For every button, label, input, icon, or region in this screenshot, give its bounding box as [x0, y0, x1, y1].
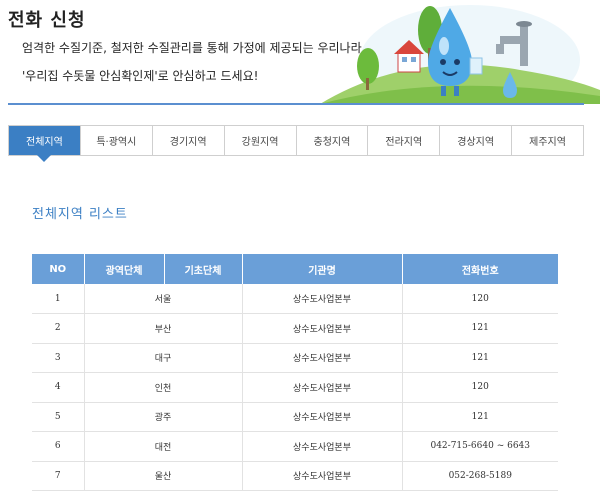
tab-label: 경상지역 — [457, 137, 495, 148]
cell-no: 4 — [32, 372, 85, 403]
cell-phone: 121 — [402, 343, 558, 373]
cell-phone: 052-268-5189 — [402, 461, 558, 491]
table-row: 7 울산 상수도사업본부 052-268-5189 — [32, 461, 558, 491]
cell-no: 5 — [32, 402, 85, 432]
header-divider — [8, 103, 584, 105]
cell-region: 대전 — [84, 431, 243, 462]
table-row: 1 서울 상수도사업본부 120 — [32, 284, 558, 314]
table-row: 6 대전 상수도사업본부 042-715-6640 ~ 6643 — [32, 431, 558, 462]
tab-gyeongsang[interactable]: 경상지역 — [440, 126, 513, 155]
cell-region: 울산 — [84, 461, 243, 491]
tab-label: 전라지역 — [385, 137, 423, 148]
cell-region: 서울 — [84, 284, 243, 314]
cell-no: 3 — [32, 343, 85, 373]
cell-organization: 상수도사업본부 — [242, 461, 403, 491]
column-header-organization: 기관명 — [242, 254, 403, 284]
tab-gyeonggi[interactable]: 경기지역 — [152, 126, 225, 155]
tab-label: 경기지역 — [169, 137, 207, 148]
tab-all-regions[interactable]: 전체지역 — [9, 126, 81, 162]
contact-table: NO 광역단체 기초단체 기관명 전화번호 1 서울 상수도사업본부 120 2… — [32, 254, 558, 491]
intro-text-line2: '우리집 수돗물 안심확인제'로 안심하고 드세요! — [22, 69, 259, 83]
tab-jeolla[interactable]: 전라지역 — [368, 126, 441, 155]
cell-organization: 상수도사업본부 — [242, 343, 403, 373]
column-header-no: NO — [32, 254, 85, 284]
cell-organization: 상수도사업본부 — [242, 313, 403, 344]
cell-phone: 120 — [402, 372, 558, 403]
cell-no: 1 — [32, 284, 85, 314]
cell-no: 6 — [32, 431, 85, 462]
page-header: 전화 신청 엄격한 수질기준, 철저한 수질관리를 통해 가정에 제공되는 우리… — [0, 0, 600, 106]
cell-phone: 121 — [402, 402, 558, 432]
cell-organization: 상수도사업본부 — [242, 284, 403, 314]
cell-region: 부산 — [84, 313, 243, 344]
cell-region: 대구 — [84, 343, 243, 373]
table-row: 4 인천 상수도사업본부 120 — [32, 372, 558, 403]
section-title: 전체지역 리스트 — [32, 207, 128, 222]
tab-metropolitan[interactable]: 특·광역시 — [80, 126, 153, 155]
cell-region: 광주 — [84, 402, 243, 432]
tab-chungcheong[interactable]: 충청지역 — [296, 126, 369, 155]
tab-label: 제주지역 — [529, 137, 566, 148]
cell-region: 인천 — [84, 372, 243, 403]
column-header-region: 광역단체 — [84, 254, 165, 284]
table-row: 2 부산 상수도사업본부 121 — [32, 313, 558, 344]
region-tabs: 전체지역 특·광역시 경기지역 강원지역 충청지역 전라지역 경상지역 제주지역 — [8, 125, 584, 162]
tab-gangwon[interactable]: 강원지역 — [224, 126, 297, 155]
cell-organization: 상수도사업본부 — [242, 372, 403, 403]
cell-organization: 상수도사업본부 — [242, 402, 403, 432]
tab-label: 강원지역 — [241, 137, 279, 148]
table-row: 5 광주 상수도사업본부 121 — [32, 402, 558, 432]
column-header-phone: 전화번호 — [402, 254, 558, 284]
cell-no: 2 — [32, 313, 85, 344]
tab-label: 충청지역 — [313, 137, 351, 148]
cell-phone: 121 — [402, 313, 558, 344]
table-header-row: NO 광역단체 기초단체 기관명 전화번호 — [32, 254, 558, 284]
water-drop-mascot-illustration — [320, 5, 600, 104]
cell-organization: 상수도사업본부 — [242, 431, 403, 462]
cell-phone: 120 — [402, 284, 558, 314]
column-header-district: 기초단체 — [164, 254, 243, 284]
table-row: 3 대구 상수도사업본부 121 — [32, 343, 558, 373]
cell-no: 7 — [32, 461, 85, 491]
tab-label: 전체지역 — [26, 137, 63, 148]
cell-phone: 042-715-6640 ~ 6643 — [402, 431, 558, 462]
tab-jeju[interactable]: 제주지역 — [512, 126, 583, 155]
tab-label: 특·광역시 — [96, 137, 137, 148]
page-title: 전화 신청 — [8, 10, 86, 31]
